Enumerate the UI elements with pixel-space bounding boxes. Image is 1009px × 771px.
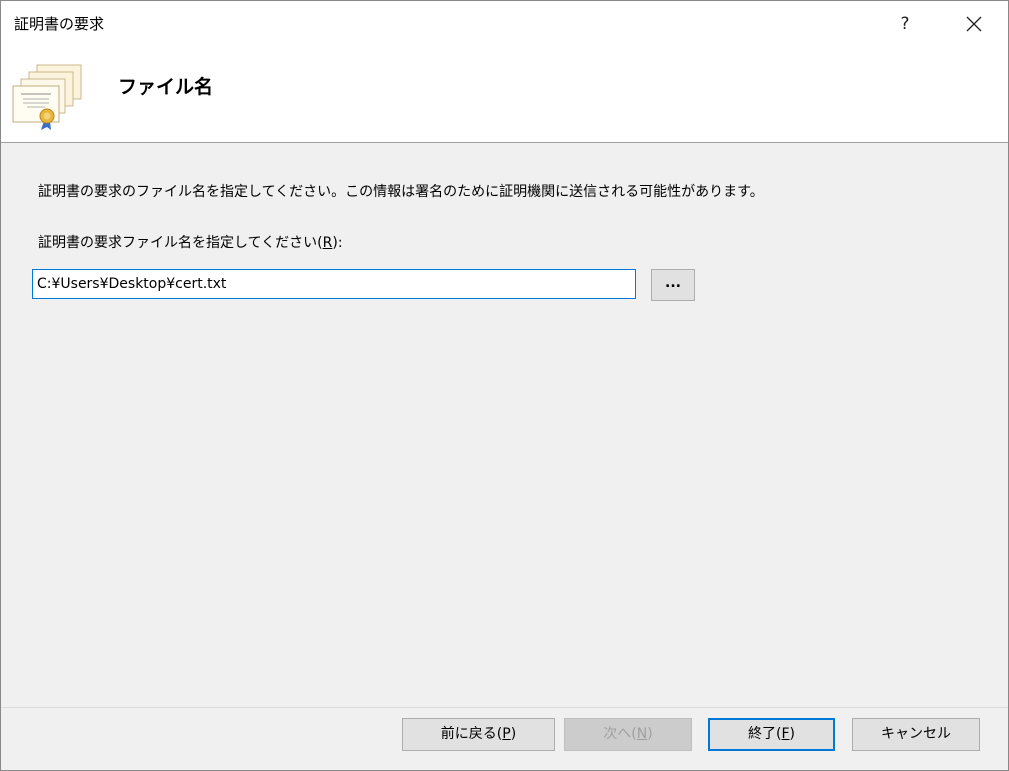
- help-button[interactable]: ?: [883, 5, 927, 43]
- close-icon: [966, 16, 982, 32]
- close-button[interactable]: [951, 5, 997, 43]
- back-button-suffix: ): [510, 726, 517, 742]
- next-button-prefix: 次へ(: [603, 726, 637, 742]
- next-button-suffix: ): [647, 726, 653, 742]
- filename-label-suffix: ):: [332, 235, 343, 251]
- filename-label: 証明書の要求ファイル名を指定してください(R):: [38, 233, 343, 253]
- filename-input[interactable]: C:¥Users¥Desktop¥cert.txt: [32, 269, 636, 299]
- finish-button-accesskey: F: [781, 726, 790, 742]
- cancel-button[interactable]: キャンセル: [852, 718, 980, 751]
- wizard-content: 証明書の要求のファイル名を指定してください。この情報は署名のために証明機関に送信…: [1, 143, 1008, 707]
- wizard-footer: 前に戻る(P) 次へ(N) 終了(F) キャンセル: [1, 707, 1008, 770]
- title-bar[interactable]: 証明書の要求 ?: [1, 1, 1008, 47]
- description-text: 証明書の要求のファイル名を指定してください。この情報は署名のために証明機関に送信…: [38, 184, 764, 200]
- next-button[interactable]: 次へ(N): [564, 718, 692, 751]
- back-button[interactable]: 前に戻る(P): [402, 718, 555, 751]
- finish-button-prefix: 終了(: [748, 726, 782, 742]
- back-button-prefix: 前に戻る(: [440, 726, 503, 742]
- window-title: 証明書の要求: [14, 15, 105, 33]
- certificate-icon: [12, 64, 82, 130]
- certificate-request-dialog: 証明書の要求 ? ファイル名 証明書の要求のファイル名を指定してください。この情…: [0, 0, 1009, 771]
- back-button-accesskey: P: [502, 726, 511, 742]
- next-button-accesskey: N: [636, 726, 648, 742]
- filename-label-prefix: 証明書の要求ファイル名を指定してください(: [38, 235, 323, 251]
- browse-button[interactable]: ...: [651, 269, 695, 301]
- wizard-header: ファイル名: [1, 47, 1008, 143]
- page-title: ファイル名: [118, 76, 214, 98]
- filename-label-accesskey: R: [322, 235, 333, 251]
- finish-button[interactable]: 終了(F): [708, 718, 835, 751]
- finish-button-suffix: ): [789, 726, 795, 742]
